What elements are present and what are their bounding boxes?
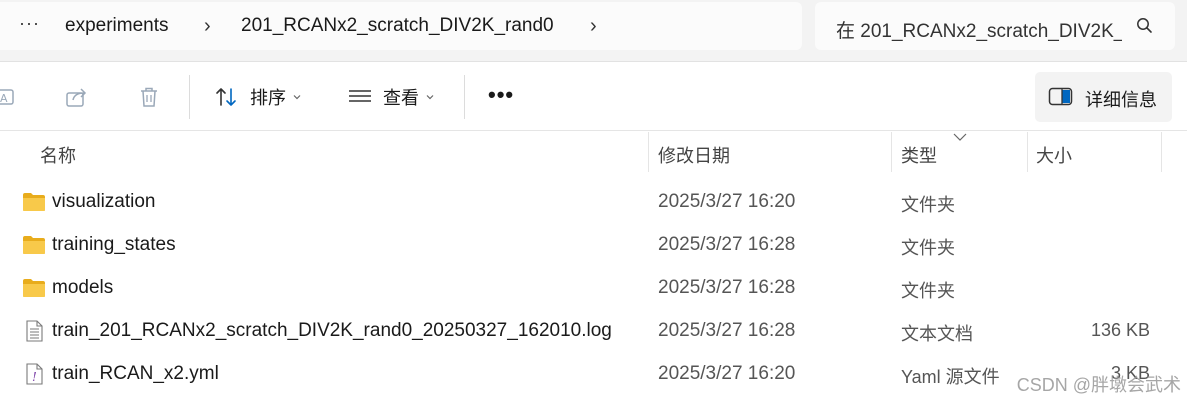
search-box[interactable]: 在 201_RCANx2_scratch_DIV2K_rand0 中搜索 [815, 2, 1175, 50]
chevron-right-icon[interactable]: › [204, 14, 211, 38]
file-size: 136 KB [1090, 320, 1150, 340]
file-modified: 2025/3/27 16:20 [658, 363, 796, 384]
yaml-file-icon: ! [26, 363, 43, 385]
rename-icon[interactable]: A [0, 84, 18, 110]
share-icon[interactable] [64, 84, 90, 110]
file-name: models [52, 277, 114, 298]
column-name[interactable]: 名称 [40, 142, 76, 168]
chevron-right-icon[interactable]: › [590, 14, 597, 38]
file-type: 文件夹 [901, 195, 955, 215]
column-divider[interactable] [891, 132, 892, 172]
svg-text:A: A [0, 92, 8, 105]
trash-icon[interactable] [136, 84, 162, 110]
file-row-models[interactable]: models 2025/3/27 16:28 文件夹 [0, 266, 1187, 309]
view-button[interactable]: 查看 [347, 81, 434, 113]
column-size[interactable]: 大小 [1036, 142, 1072, 168]
svg-text:!: ! [32, 370, 37, 384]
column-divider[interactable] [1027, 132, 1028, 172]
chevron-down-icon [293, 95, 301, 100]
folder-icon [23, 236, 45, 254]
sort-arrows-icon [216, 88, 236, 106]
details-pane-button[interactable]: 详细信息 [1035, 72, 1172, 122]
file-name: training_states [52, 234, 176, 255]
watermark: CSDN @胖墩会武术 [1016, 375, 1181, 395]
sort-button[interactable]: 排序 [214, 81, 301, 113]
column-header: 名称 修改日期 类型 大小 [0, 132, 1187, 176]
folder-icon [23, 279, 45, 297]
breadcrumb-more-button[interactable]: ··· [19, 12, 41, 34]
breadcrumb-item-current-folder[interactable]: 201_RCANx2_scratch_DIV2K_rand0 [241, 15, 554, 37]
file-name: train_RCAN_x2.yml [52, 363, 219, 384]
sort-indicator-icon [953, 133, 967, 141]
file-type: 文本文档 [901, 324, 973, 344]
sort-label: 排序 [250, 88, 286, 108]
column-modified[interactable]: 修改日期 [658, 142, 730, 168]
file-modified: 2025/3/27 16:28 [658, 320, 796, 341]
file-row-yaml[interactable]: ! train_RCAN_x2.yml 2025/3/27 16:20 Yaml… [0, 352, 1187, 395]
file-type: Yaml 源文件 [901, 367, 1000, 387]
file-type: 文件夹 [901, 281, 955, 301]
address-bar-row: ··· experiments › 201_RCANx2_scratch_DIV… [0, 0, 1187, 62]
file-row-training-states[interactable]: training_states 2025/3/27 16:28 文件夹 [0, 223, 1187, 266]
search-icon[interactable] [1135, 16, 1155, 36]
toolbar-divider [464, 75, 465, 119]
file-modified: 2025/3/27 16:20 [658, 191, 796, 212]
chevron-down-icon [426, 95, 434, 100]
view-label: 查看 [383, 88, 419, 108]
file-row-visualization[interactable]: visualization 2025/3/27 16:20 文件夹 [0, 180, 1187, 223]
command-bar: A 排序 查看 ••• 详细信息 [0, 63, 1187, 131]
file-name: train_201_RCANx2_scratch_DIV2K_rand0_202… [52, 320, 612, 341]
more-options-button[interactable]: ••• [488, 82, 514, 108]
toolbar-divider [189, 75, 190, 119]
details-pane-icon [1048, 87, 1073, 106]
file-row-log[interactable]: train_201_RCANx2_scratch_DIV2K_rand0_202… [0, 309, 1187, 352]
details-label: 详细信息 [1085, 90, 1157, 110]
breadcrumb-item-experiments[interactable]: experiments [65, 15, 169, 37]
column-divider[interactable] [1161, 132, 1162, 172]
file-name: visualization [52, 191, 156, 212]
search-input[interactable]: 在 201_RCANx2_scratch_DIV2K_rand0 中搜索 [836, 16, 1122, 43]
list-view-icon [349, 90, 371, 102]
file-type: 文件夹 [901, 238, 955, 258]
file-modified: 2025/3/27 16:28 [658, 234, 796, 255]
folder-icon [23, 193, 45, 211]
breadcrumb[interactable]: ··· experiments › 201_RCANx2_scratch_DIV… [0, 2, 802, 50]
file-modified: 2025/3/27 16:28 [658, 277, 796, 298]
text-file-icon [26, 320, 43, 342]
column-divider[interactable] [648, 132, 649, 172]
column-type[interactable]: 类型 [901, 142, 937, 168]
